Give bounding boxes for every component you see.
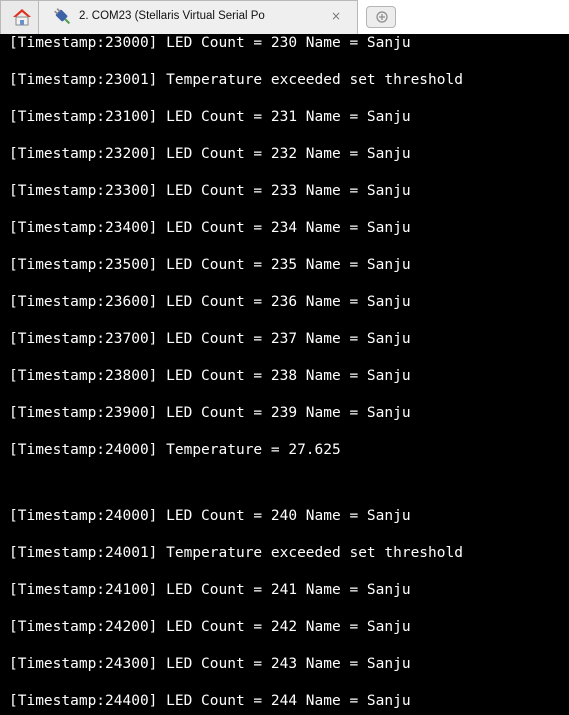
terminal-line: [Timestamp:24000] Temperature = 27.625 [9, 442, 341, 458]
tab-bar: 2. COM23 (Stellaris Virtual Serial Po × [0, 0, 569, 34]
terminal-line: [Timestamp:24300] LED Count = 243 Name =… [9, 656, 411, 672]
terminal-line: [Timestamp:24100] LED Count = 241 Name =… [9, 582, 411, 598]
new-tab-icon [376, 11, 388, 23]
close-icon[interactable]: × [331, 9, 341, 23]
terminal-line: [Timestamp:23100] LED Count = 231 Name =… [9, 109, 411, 125]
terminal-line: [Timestamp:23001] Temperature exceeded s… [9, 72, 463, 88]
terminal-line: [Timestamp:24000] LED Count = 240 Name =… [9, 508, 411, 524]
terminal-line: [Timestamp:23600] LED Count = 236 Name =… [9, 294, 411, 310]
terminal-line: [Timestamp:23500] LED Count = 235 Name =… [9, 257, 411, 273]
terminal-line: [Timestamp:23800] LED Count = 238 Name =… [9, 368, 411, 384]
home-icon [13, 9, 31, 26]
terminal-line: [Timestamp:23400] LED Count = 234 Name =… [9, 220, 411, 236]
tab-title-fade [289, 3, 329, 31]
terminal-line: [Timestamp:23200] LED Count = 232 Name =… [9, 146, 411, 162]
terminal-line: [Timestamp:23000] LED Count = 230 Name =… [9, 35, 411, 51]
terminal-line: [Timestamp:24200] LED Count = 242 Name =… [9, 619, 411, 635]
terminal-output[interactable]: [Timestamp:23000] LED Count = 230 Name =… [0, 34, 569, 715]
terminal-line: [Timestamp:23700] LED Count = 237 Name =… [9, 331, 411, 347]
terminal-line: [Timestamp:24001] Temperature exceeded s… [9, 545, 463, 561]
terminal-line: [Timestamp:23900] LED Count = 239 Name =… [9, 405, 411, 421]
serial-port-icon [54, 8, 71, 25]
new-tab-button[interactable] [366, 6, 396, 28]
home-tab[interactable] [0, 0, 42, 34]
tab-title: 2. COM23 (Stellaris Virtual Serial Po [79, 10, 265, 22]
terminal-line: [Timestamp:23300] LED Count = 233 Name =… [9, 183, 411, 199]
terminal-line: [Timestamp:24400] LED Count = 244 Name =… [9, 693, 411, 709]
tab-com23[interactable]: 2. COM23 (Stellaris Virtual Serial Po × [38, 0, 358, 34]
